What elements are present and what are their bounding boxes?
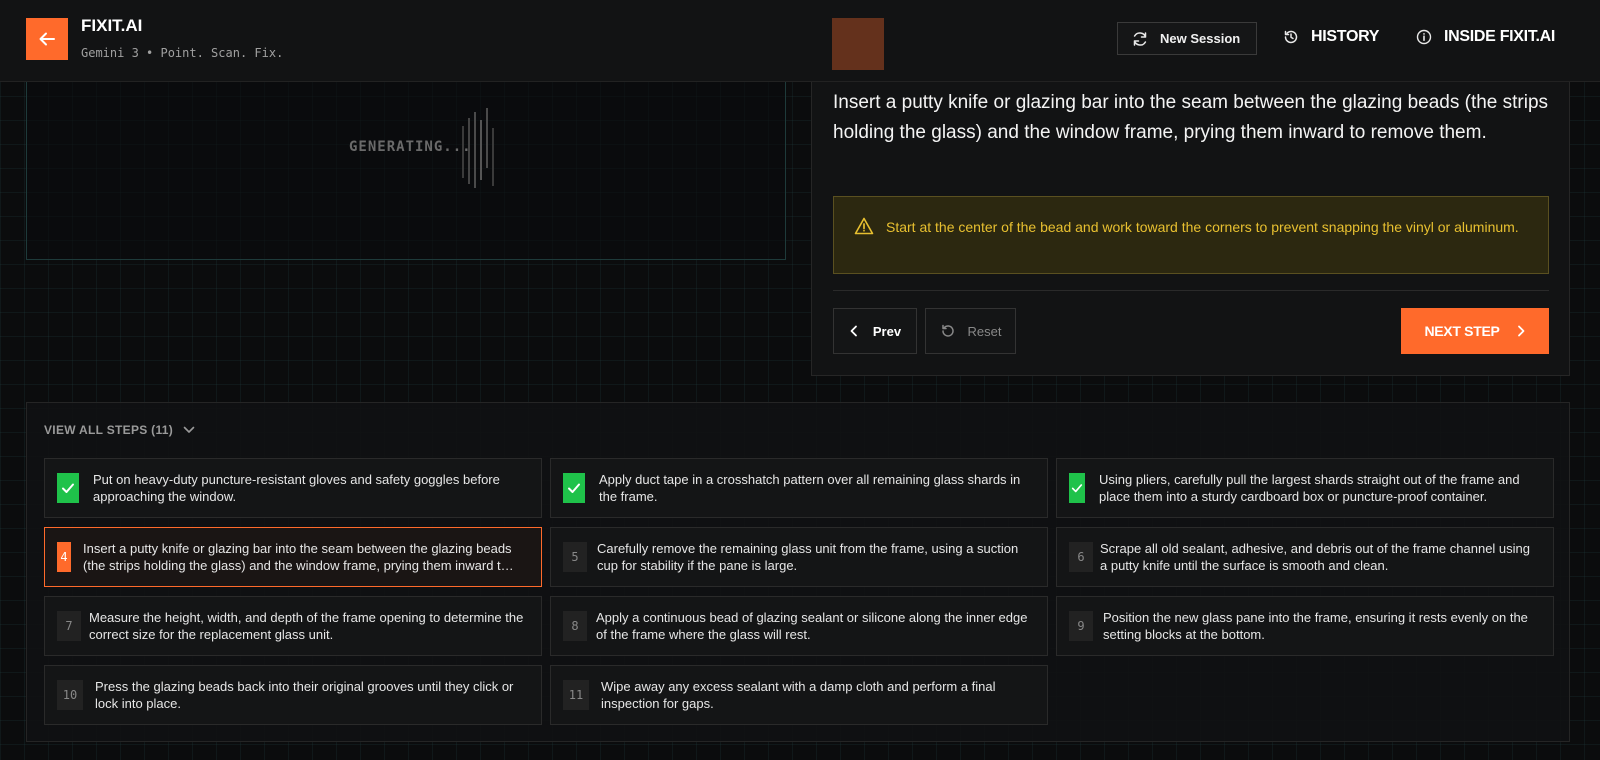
step-card-11[interactable]: 11 Wipe away any excess sealant with a d… — [550, 665, 1048, 725]
step-text: Apply a continuous bead of glazing seala… — [596, 610, 1028, 642]
back-button[interactable] — [26, 18, 68, 60]
refresh-icon — [1133, 31, 1147, 46]
current-step-panel: Insert a putty knife or glazing bar into… — [811, 82, 1570, 376]
step-number-badge: 5 — [563, 542, 587, 572]
step-instruction: Insert a putty knife or glazing bar into… — [833, 92, 1549, 143]
brand-subtitle: Gemini 3 • Point. Scan. Fix. — [81, 46, 284, 60]
step-card-1[interactable]: Put on heavy-duty puncture-resistant glo… — [44, 458, 542, 518]
reset-label: Reset — [967, 323, 1002, 339]
step-text: Apply duct tape in a crosshatch pattern … — [599, 472, 1021, 504]
inside-fixit-link[interactable]: INSIDE FIXIT.AI — [1416, 28, 1555, 46]
chevron-left-icon — [850, 325, 857, 337]
history-link[interactable]: HISTORY — [1283, 28, 1379, 46]
next-step-label: NEXT STEP — [1424, 323, 1500, 339]
step-number-badge: 6 — [1069, 542, 1093, 572]
step-text: Wipe away any excess sealant with a damp… — [601, 679, 996, 711]
step-card-10[interactable]: 10 Press the glazing beads back into the… — [44, 665, 542, 725]
warning-text: Start at the center of the bead and work… — [886, 219, 1519, 235]
step-number-badge: 7 — [57, 611, 81, 641]
step-done-badge — [563, 473, 585, 503]
reset-icon — [941, 324, 954, 337]
step-card-2[interactable]: Apply duct tape in a crosshatch pattern … — [550, 458, 1048, 518]
brand-title: FIXIT.AI — [81, 16, 143, 35]
chevron-down-icon — [183, 426, 195, 433]
view-all-steps-toggle[interactable]: VIEW ALL STEPS (11) — [44, 423, 195, 437]
step-text: Position the new glass pane into the fra… — [1103, 610, 1528, 642]
step-card-7[interactable]: 7 Measure the height, width, and depth o… — [44, 596, 542, 656]
inside-fixit-label: INSIDE FIXIT.AI — [1444, 28, 1556, 45]
step-card-9[interactable]: 9 Position the new glass pane into the f… — [1056, 596, 1554, 656]
step-done-badge — [1069, 473, 1085, 503]
check-icon — [568, 483, 580, 493]
step-text: Press the glazing beads back into their … — [95, 679, 514, 711]
all-steps-panel: VIEW ALL STEPS (11) Put on heavy-duty pu… — [26, 402, 1570, 742]
step-card-8[interactable]: 8 Apply a continuous bead of glazing sea… — [550, 596, 1048, 656]
step-text: Carefully remove the remaining glass uni… — [597, 541, 1019, 573]
prev-label: Prev — [872, 323, 902, 339]
view-all-steps-label: VIEW ALL STEPS (11) — [44, 423, 174, 437]
step-number-badge: 11 — [563, 680, 589, 710]
step-number-badge: 10 — [57, 680, 83, 710]
check-icon — [62, 483, 74, 493]
chevron-right-icon — [1517, 325, 1524, 337]
info-icon — [1416, 29, 1432, 45]
step-text: Measure the height, width, and depth of … — [89, 610, 524, 642]
divider — [833, 290, 1549, 291]
step-text: Using pliers, carefully pull the largest… — [1099, 472, 1520, 504]
history-label: HISTORY — [1311, 28, 1380, 45]
step-number-badge: 9 — [1069, 611, 1093, 641]
step-text: Put on heavy-duty puncture-resistant glo… — [93, 472, 500, 504]
step-number-badge: 8 — [563, 611, 587, 641]
step-done-badge — [57, 473, 79, 503]
step-text: Scrape all old sealant, adhesive, and de… — [1100, 541, 1530, 573]
new-session-button[interactable]: New Session — [1117, 22, 1257, 55]
prev-button[interactable]: Prev — [833, 308, 917, 354]
step-number-badge: 4 — [57, 542, 71, 572]
history-icon — [1284, 30, 1298, 44]
warning-callout: Start at the center of the bead and work… — [833, 196, 1549, 274]
generating-status: GENERATING... — [349, 139, 472, 155]
step-card-4[interactable]: 4 Insert a putty knife or glazing bar in… — [44, 527, 542, 587]
warning-triangle-icon — [854, 217, 874, 235]
image-preview: GENERATING... — [26, 82, 786, 260]
reset-button[interactable]: Reset — [925, 308, 1016, 354]
scan-animation — [462, 108, 494, 188]
check-icon — [1071, 484, 1083, 493]
step-card-3[interactable]: Using pliers, carefully pull the largest… — [1056, 458, 1554, 518]
step-text: Insert a putty knife or glazing bar into… — [83, 541, 512, 573]
app-header: FIXIT.AI Gemini 3 • Point. Scan. Fix. Ne… — [0, 0, 1600, 82]
step-card-5[interactable]: 5 Carefully remove the remaining glass u… — [550, 527, 1048, 587]
arrow-left-icon — [39, 32, 55, 46]
faded-step-thumbnail — [832, 18, 884, 70]
new-session-label: New Session — [1160, 31, 1241, 46]
next-step-button[interactable]: NEXT STEP — [1401, 308, 1549, 354]
step-card-6[interactable]: 6 Scrape all old sealant, adhesive, and … — [1056, 527, 1554, 587]
